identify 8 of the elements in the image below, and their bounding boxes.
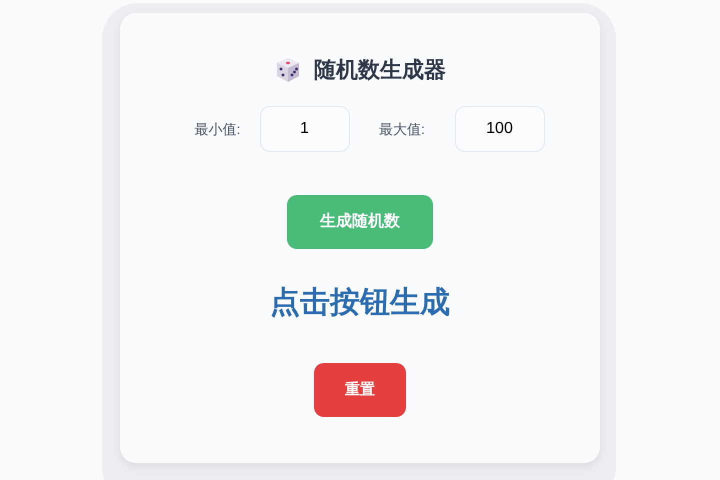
max-label: 最大值: [378, 120, 426, 138]
app-title: 随机数生成器 [314, 56, 446, 84]
result-text: 点击按钮生成 [270, 284, 450, 322]
min-input[interactable]: 1 [260, 106, 350, 152]
min-label: 最小值: [194, 120, 242, 138]
reset-button[interactable]: 重置 [314, 363, 406, 417]
dice-icon [274, 56, 302, 84]
max-input[interactable]: 100 [454, 106, 544, 152]
